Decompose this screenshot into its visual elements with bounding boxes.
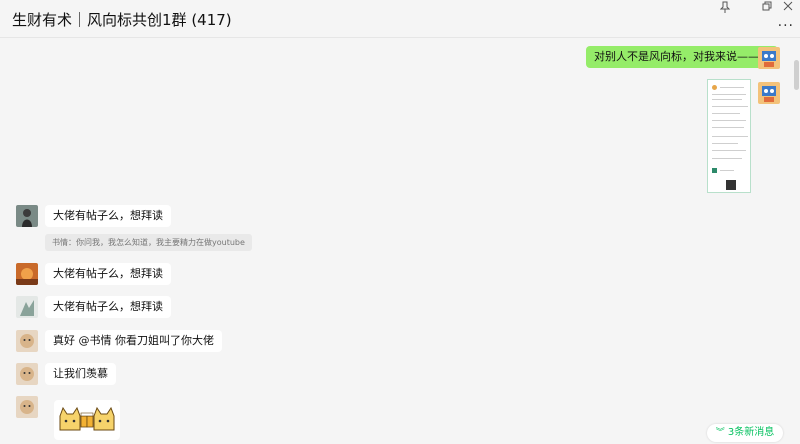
sender-avatar[interactable] [16,205,38,227]
message-bubble[interactable]: 大佬有帖子么，想拜读 [45,263,171,285]
message-bubble[interactable]: 大佬有帖子么，想拜读 [45,296,171,318]
restore-icon[interactable] [757,1,777,15]
pin-icon[interactable] [715,1,735,15]
sender-avatar[interactable] [16,296,38,318]
quoted-reply[interactable]: 书情：你问我，我怎么知道，我主要精力在做youtube [45,234,252,251]
sender-avatar[interactable] [16,363,38,385]
close-icon[interactable] [778,1,798,15]
shared-screenshot-image[interactable] [707,79,751,193]
my-avatar[interactable] [758,47,780,69]
new-messages-button[interactable]: ︾ 3条新消息 [707,424,783,442]
chat-title: 生财有术｜风向标共创1群 (417) [12,11,232,29]
my-avatar[interactable] [758,82,780,104]
message-bubble[interactable]: 大佬有帖子么，想拜读 [45,205,171,227]
chevron-down-icon: ︾ [715,428,725,438]
sender-avatar[interactable] [16,263,38,285]
sender-avatar[interactable] [16,330,38,352]
more-options-button[interactable]: ··· [778,18,794,34]
sender-avatar[interactable] [16,396,38,418]
cheers-cat-sticker[interactable] [54,400,120,440]
message-bubble[interactable]: 让我们羡慕 [45,363,116,385]
message-bubble[interactable]: 真好 @书情 你看刀姐叫了你大佬 [45,330,222,352]
scrollbar[interactable] [794,60,799,90]
my-message-bubble[interactable]: 对别人不是风向标，对我来说——是 [586,46,778,68]
title-bar: 生财有术｜风向标共创1群 (417) ··· [0,0,800,38]
new-messages-label: 3条新消息 [727,427,775,438]
